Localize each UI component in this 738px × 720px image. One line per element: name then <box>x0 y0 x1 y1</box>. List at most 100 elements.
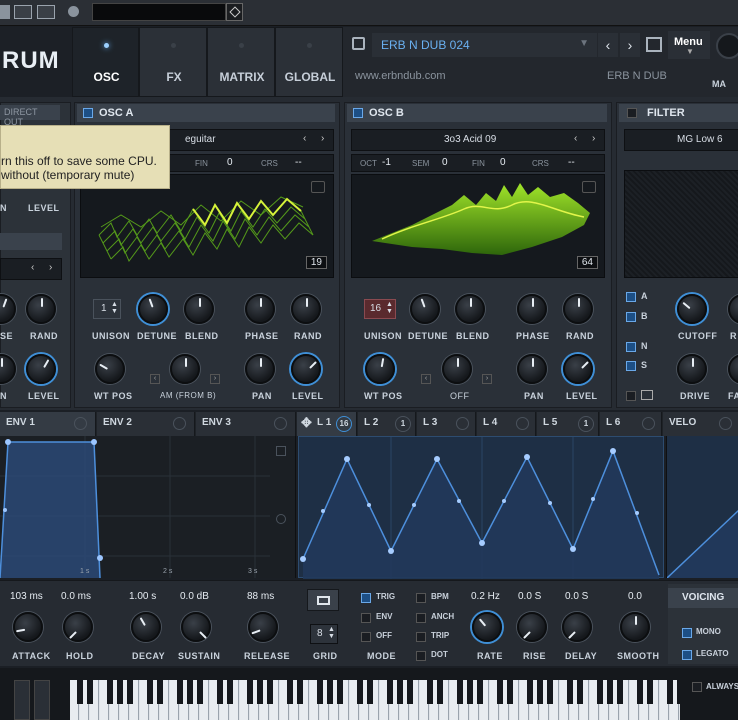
smooth-value[interactable]: 0.0 <box>628 591 642 602</box>
osc-b-off-knob[interactable] <box>442 354 472 384</box>
osc-a-am-right-arrow[interactable]: › <box>210 374 220 384</box>
rate-knob[interactable] <box>472 612 502 642</box>
folder-button[interactable] <box>307 589 339 611</box>
osc-b-pan-knob[interactable] <box>517 354 547 384</box>
osc-a-pan-knob[interactable] <box>245 354 275 384</box>
velo-graph[interactable] <box>666 436 738 579</box>
osc-b-wtpos-knob[interactable] <box>365 354 395 384</box>
hold-value[interactable]: 0.0 ms <box>61 591 91 602</box>
filter-toggle[interactable] <box>627 108 637 118</box>
lfo-graph[interactable] <box>298 436 664 579</box>
osc-b-sem-value[interactable]: 0 <box>442 157 448 168</box>
black-key[interactable] <box>337 680 343 704</box>
zoom-icon[interactable] <box>276 514 286 524</box>
lock-icon[interactable] <box>276 446 286 456</box>
mode-env-check[interactable] <box>361 613 371 623</box>
black-key[interactable] <box>157 680 163 704</box>
tab-matrix[interactable]: MATRIX <box>207 27 275 97</box>
filter-keytrack-toggle[interactable] <box>626 391 636 401</box>
anch-check[interactable] <box>416 613 426 623</box>
save-icon[interactable] <box>352 37 365 50</box>
grid-stepper[interactable]: 8 ▲ ▼ <box>310 624 338 644</box>
osc-a-level-knob[interactable] <box>291 354 321 384</box>
black-key[interactable] <box>617 680 623 704</box>
filter-type-select[interactable]: MG Low 6 <box>624 129 738 151</box>
delay-value[interactable]: 0.0 S <box>565 591 588 602</box>
black-key[interactable] <box>297 680 303 704</box>
black-key[interactable] <box>317 680 323 704</box>
sustain-knob[interactable] <box>181 612 211 642</box>
env-graph[interactable]: 1 s 2 s 3 s <box>0 436 296 579</box>
preset-author[interactable]: ERB N DUB <box>607 70 667 82</box>
black-key[interactable] <box>357 680 363 704</box>
left-knob-rand[interactable] <box>26 294 56 324</box>
black-key[interactable] <box>637 680 643 704</box>
black-key[interactable] <box>647 680 653 704</box>
osc-b-unison-stepper[interactable]: 16 ▲ ▼ <box>364 299 396 319</box>
black-key[interactable] <box>467 680 473 704</box>
filter-route-a[interactable] <box>626 292 636 302</box>
grid-icon[interactable] <box>0 5 10 19</box>
tab-lfo-6[interactable]: L 6 <box>600 412 662 436</box>
black-key[interactable] <box>397 680 403 704</box>
black-key[interactable] <box>547 680 553 704</box>
dot-check[interactable] <box>416 651 426 661</box>
black-key[interactable] <box>127 680 133 704</box>
osc-b-frame-number[interactable]: 64 <box>576 256 598 269</box>
delay-knob[interactable] <box>562 612 592 642</box>
move-icon[interactable]: ✥ <box>301 415 312 431</box>
black-key[interactable] <box>367 680 373 704</box>
hold-knob[interactable] <box>63 612 93 642</box>
osc-b-toggle[interactable] <box>353 108 363 118</box>
master-volume-knob[interactable] <box>716 33 738 59</box>
osc-b-wavetable-select[interactable]: 3o3 Acid 09 ‹ › <box>351 129 605 151</box>
osc-a-fin-value[interactable]: 0 <box>227 157 233 168</box>
osc-a-crs-value[interactable]: -- <box>295 157 302 168</box>
filter-cutoff-knob[interactable] <box>677 294 707 324</box>
tab-env-3[interactable]: ENV 3 <box>196 412 296 436</box>
layout-icon[interactable] <box>14 5 32 19</box>
black-key[interactable] <box>247 680 253 704</box>
trip-check[interactable] <box>416 632 426 642</box>
black-key[interactable] <box>527 680 533 704</box>
black-key[interactable] <box>567 680 573 704</box>
mono-check[interactable] <box>682 628 692 638</box>
left-knob-level[interactable] <box>26 354 56 384</box>
top-input[interactable] <box>92 3 226 21</box>
black-key[interactable] <box>577 680 583 704</box>
menu-button[interactable]: Menu ▼ <box>668 31 710 59</box>
bpm-check[interactable] <box>416 593 426 603</box>
filter-drive-knob[interactable] <box>677 354 707 384</box>
edit-pencil-icon[interactable] <box>311 181 325 193</box>
osc-a-am-knob[interactable] <box>170 354 200 384</box>
black-key[interactable] <box>217 680 223 704</box>
osc-b-detune-knob[interactable] <box>410 294 440 324</box>
direct-out-button[interactable]: DIRECT OUT <box>0 105 60 127</box>
decay-knob[interactable] <box>131 612 161 642</box>
black-key[interactable] <box>437 680 443 704</box>
tab-osc[interactable]: OSC <box>72 27 139 97</box>
prev-arrow-icon[interactable]: ‹ <box>303 133 306 144</box>
osc-b-fin-value[interactable]: 0 <box>500 157 506 168</box>
osc-b-crs-value[interactable]: -- <box>568 157 575 168</box>
black-key[interactable] <box>177 680 183 704</box>
preset-dropdown[interactable]: ERB N DUB 024 ▼ <box>372 33 597 57</box>
decay-value[interactable]: 1.00 s <box>129 591 156 602</box>
black-key[interactable] <box>267 680 273 704</box>
filter-route-b[interactable] <box>626 312 636 322</box>
left-dropdown[interactable]: ‹ › <box>0 258 62 280</box>
black-key[interactable] <box>597 680 603 704</box>
rate-value[interactable]: 0.2 Hz <box>471 591 500 602</box>
mode-off-check[interactable] <box>361 632 371 642</box>
black-key[interactable] <box>457 680 463 704</box>
tab-lfo-4[interactable]: L 4 <box>477 412 536 436</box>
black-key[interactable] <box>257 680 263 704</box>
tab-lfo-5[interactable]: L 5 1 <box>537 412 599 436</box>
black-key[interactable] <box>107 680 113 704</box>
piano-keyboard[interactable] <box>70 680 680 720</box>
black-key[interactable] <box>477 680 483 704</box>
legato-check[interactable] <box>682 650 692 660</box>
osc-b-am-left-arrow[interactable]: ‹ <box>421 374 431 384</box>
attack-knob[interactable] <box>13 612 43 642</box>
black-key[interactable] <box>147 680 153 704</box>
